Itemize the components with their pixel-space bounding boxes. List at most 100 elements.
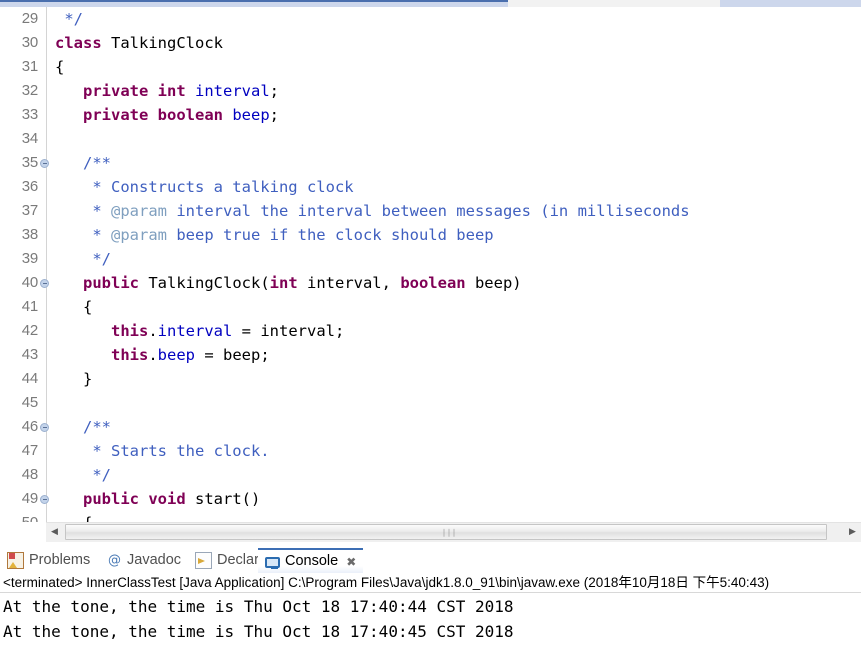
line-number: 33: [21, 106, 38, 123]
code-token: /**: [83, 418, 111, 436]
tab-javadoc[interactable]: @ Javadoc: [100, 548, 188, 573]
java-code-editor[interactable]: 29 */ 30 class TalkingClock 31 {32 private i…: [0, 7, 861, 522]
line-number: 29: [21, 10, 38, 27]
code-token: private: [83, 82, 149, 100]
fold-collapse-icon[interactable]: [40, 423, 49, 432]
console-output[interactable]: At the tone, the time is Thu Oct 18 17:4…: [0, 593, 861, 644]
tab-console[interactable]: Console ✖: [258, 548, 364, 573]
code-token: this: [111, 346, 149, 364]
code-line[interactable]: 31 {: [0, 55, 861, 79]
code-token: }: [55, 370, 93, 388]
code-token: beep: [232, 106, 270, 124]
fold-collapse-icon[interactable]: [40, 159, 49, 168]
code-token: {: [55, 298, 93, 316]
code-token: boolean: [157, 106, 223, 124]
tab-label: Javadoc: [127, 552, 182, 568]
code-line[interactable]: 36 * Constructs a talking clock: [0, 175, 861, 199]
code-line-text: /**: [55, 151, 111, 175]
code-token: *: [55, 226, 111, 244]
line-number: 49: [21, 490, 38, 507]
code-token: start(): [185, 490, 261, 508]
tab-problems[interactable]: Problems: [0, 548, 97, 573]
code-token: {: [55, 58, 65, 76]
code-line[interactable]: 49 public void start(): [0, 487, 861, 511]
code-line[interactable]: 41 {: [0, 295, 861, 319]
code-line[interactable]: 45: [0, 391, 861, 415]
code-line[interactable]: 43 this.beep = beep;: [0, 343, 861, 367]
tab-label: Problems: [29, 552, 91, 568]
console-icon: [265, 556, 280, 569]
code-line[interactable]: 33 private boolean beep;: [0, 103, 861, 127]
code-token: beep true if the clock should beep: [167, 226, 494, 244]
close-icon[interactable]: ✖: [346, 555, 356, 569]
code-line[interactable]: 47 * Starts the clock.: [0, 439, 861, 463]
view-tab-bar[interactable]: Problems @ Javadoc Declaration Console ✖: [0, 548, 861, 573]
tab-label: Console: [285, 553, 339, 569]
code-line-list[interactable]: 29 */ 30 class TalkingClock 31 {32 private i…: [0, 7, 861, 522]
code-line[interactable]: 50 {: [0, 511, 861, 522]
line-number: 39: [21, 250, 38, 267]
editor-tab-inactive[interactable]: [508, 0, 720, 7]
code-line[interactable]: 48 */: [0, 463, 861, 487]
scroll-left-arrow-icon[interactable]: ◀: [46, 523, 63, 542]
line-number: 42: [21, 322, 38, 339]
code-line[interactable]: 32 private int interval;: [0, 79, 861, 103]
code-token: int: [157, 82, 186, 100]
code-token: TalkingClock: [101, 34, 223, 52]
editor-horizontal-scrollbar[interactable]: ◀ ∣∣∣ ▶: [46, 522, 861, 542]
scrollbar-thumb[interactable]: ∣∣∣: [65, 524, 827, 540]
line-number: 35: [21, 154, 38, 171]
problems-icon: [7, 552, 24, 569]
code-token: interval,: [297, 274, 401, 292]
console-output-line: At the tone, the time is Thu Oct 18 17:4…: [3, 597, 514, 616]
scrollbar-grip-icon: ∣∣∣: [442, 528, 457, 537]
code-token: void: [148, 490, 186, 508]
code-line[interactable]: 35 /**: [0, 151, 861, 175]
code-token: ;: [269, 106, 280, 124]
code-token: TalkingClock(: [139, 274, 270, 292]
code-line[interactable]: 37 * @param interval the interval betwee…: [0, 199, 861, 223]
code-line[interactable]: 42 this.interval = interval;: [0, 319, 861, 343]
code-line-text: this.interval = interval;: [55, 319, 344, 343]
console-launch-status: <terminated> InnerClassTest [Java Applic…: [0, 573, 861, 593]
code-token: *: [55, 202, 111, 220]
code-line-text: public void start(): [55, 487, 260, 511]
code-line[interactable]: 34: [0, 127, 861, 151]
code-token: */: [55, 250, 111, 268]
line-number: 47: [21, 442, 38, 459]
code-line[interactable]: 39 */: [0, 247, 861, 271]
code-line[interactable]: 44 }: [0, 367, 861, 391]
fold-collapse-icon[interactable]: [40, 279, 49, 288]
code-token: .: [148, 346, 158, 364]
code-line[interactable]: 40 public TalkingClock(int interval, boo…: [0, 271, 861, 295]
code-line[interactable]: 38 * @param beep true if the clock shoul…: [0, 223, 861, 247]
line-number: 46: [21, 418, 38, 435]
code-line[interactable]: 30 class TalkingClock: [0, 31, 861, 55]
code-token: private: [83, 106, 149, 124]
code-token: boolean: [400, 274, 466, 292]
scroll-right-arrow-icon[interactable]: ▶: [844, 523, 861, 542]
code-line[interactable]: 46 /**: [0, 415, 861, 439]
fold-collapse-icon[interactable]: [40, 495, 49, 504]
line-number: 41: [21, 298, 38, 315]
code-line[interactable]: 29 */: [0, 7, 861, 31]
code-line-text: private int interval;: [55, 79, 279, 103]
code-line-text: {: [55, 511, 92, 522]
code-token: interval: [157, 322, 233, 340]
code-token: /**: [83, 154, 111, 172]
code-line-text: * Starts the clock.: [55, 439, 270, 463]
editor-tab-strip[interactable]: [0, 0, 861, 7]
editor-tab-active-2[interactable]: [720, 0, 861, 7]
line-number: 36: [21, 178, 38, 195]
code-token: = beep;: [195, 346, 270, 364]
code-token: * Starts the clock.: [55, 442, 270, 460]
code-token: */: [64, 10, 84, 28]
code-line-text: {: [55, 55, 64, 79]
